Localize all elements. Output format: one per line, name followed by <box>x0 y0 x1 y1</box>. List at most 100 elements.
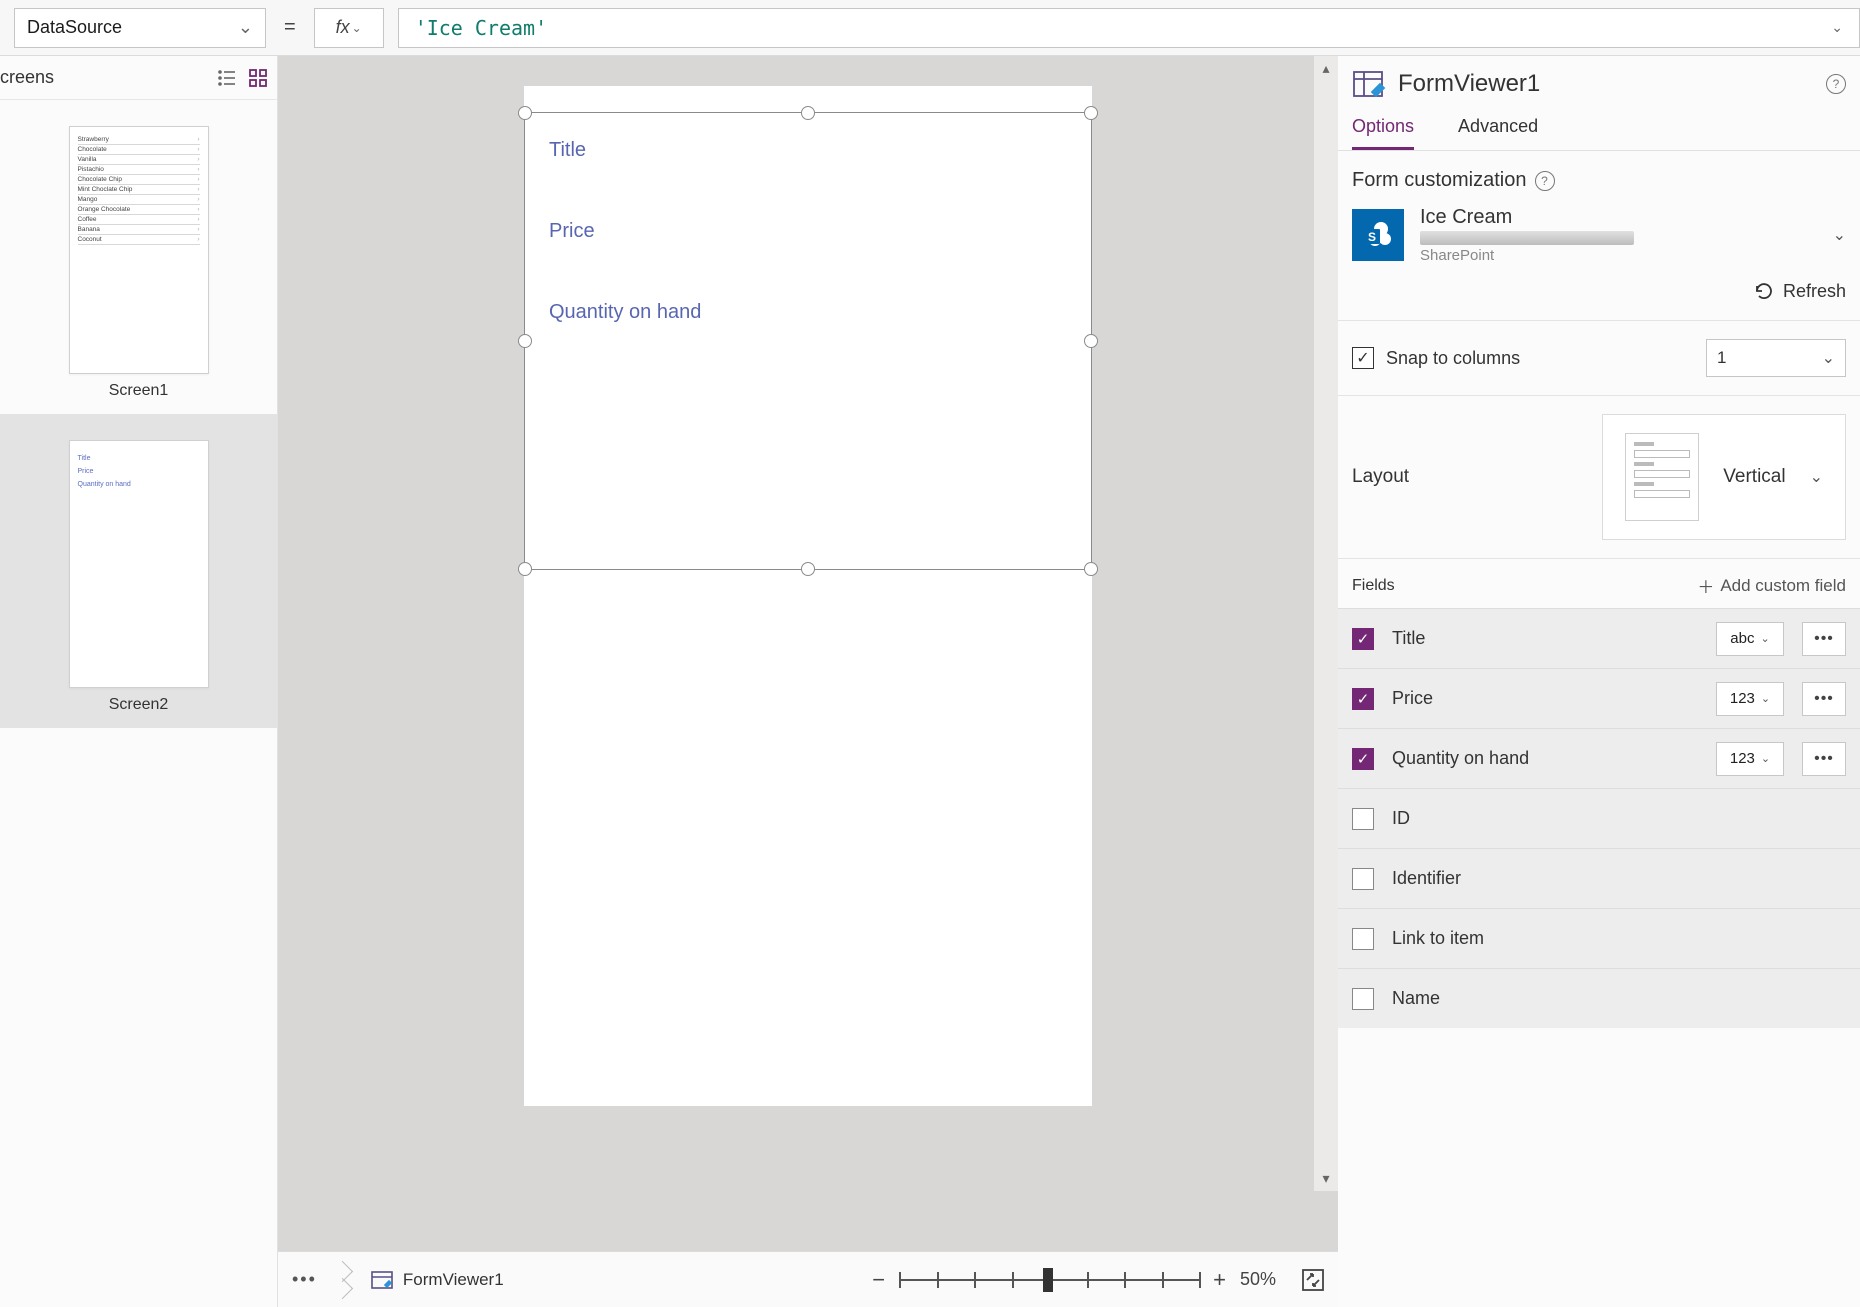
field-checkbox[interactable]: ✓ <box>1352 748 1374 770</box>
resize-handle-bl[interactable] <box>518 562 532 576</box>
breadcrumb-label: FormViewer1 <box>403 1270 504 1290</box>
help-icon[interactable]: ? <box>1826 74 1846 94</box>
svg-text:S: S <box>1368 230 1376 244</box>
formula-input[interactable]: 'Ice Cream' ⌄ <box>398 8 1860 48</box>
list-view-icon[interactable] <box>217 69 235 87</box>
add-custom-field-button[interactable]: ＋ Add custom field <box>1697 573 1846 598</box>
help-icon[interactable]: ? <box>1535 171 1555 191</box>
refresh-button[interactable]: Refresh <box>1352 280 1846 302</box>
field-row-identifier[interactable]: Identifier <box>1338 848 1860 908</box>
breadcrumb-arrow-icon <box>335 1260 353 1300</box>
snap-to-columns-label: Snap to columns <box>1386 348 1520 369</box>
fields-label: Fields <box>1352 577 1395 595</box>
form-viewer-selection[interactable]: Title Price Quantity on hand <box>524 112 1092 570</box>
screen1-label: Screen1 <box>109 382 169 400</box>
field-more-button[interactable]: ••• <box>1802 622 1846 656</box>
screen-thumbnail-screen2[interactable]: Title Price Quantity on hand Screen2 <box>0 414 277 728</box>
field-label-qty: Quantity on hand <box>525 301 1091 324</box>
breadcrumb[interactable]: FormViewer1 <box>371 1270 504 1290</box>
scroll-down-icon[interactable]: ▾ <box>1322 1166 1329 1191</box>
field-type-select[interactable]: 123 ⌄ <box>1716 682 1784 716</box>
form-icon <box>371 1271 393 1289</box>
grid-view-icon[interactable] <box>249 69 267 87</box>
datasource-owner-redacted <box>1420 231 1634 245</box>
resize-handle-mr[interactable] <box>1084 334 1098 348</box>
field-row-id[interactable]: ID <box>1338 788 1860 848</box>
resize-handle-ml[interactable] <box>518 334 532 348</box>
field-name: Identifier <box>1392 868 1846 889</box>
field-name: Link to item <box>1392 928 1846 949</box>
field-checkbox[interactable]: ✓ <box>1352 688 1374 710</box>
field-name: Title <box>1392 628 1698 649</box>
chevron-down-icon[interactable]: ⌄ <box>1833 225 1846 245</box>
field-name: ID <box>1392 808 1846 829</box>
field-checkbox[interactable] <box>1352 988 1374 1010</box>
sharepoint-icon: S <box>1352 209 1404 261</box>
add-custom-field-label: Add custom field <box>1720 576 1846 596</box>
chevron-down-icon: ⌄ <box>1761 692 1770 705</box>
layout-thumb-icon <box>1625 433 1699 521</box>
field-checkbox[interactable] <box>1352 868 1374 890</box>
properties-panel: FormViewer1 ? Options Advanced Form cust… <box>1338 56 1860 1307</box>
chevron-down-icon: ⌄ <box>1810 467 1823 487</box>
resize-handle-bm[interactable] <box>801 562 815 576</box>
screens-header: creens <box>0 56 277 100</box>
zoom-out-button[interactable]: − <box>872 1267 885 1293</box>
formula-text: 'Ice Cream' <box>415 16 547 40</box>
more-actions-icon[interactable]: ••• <box>292 1269 317 1290</box>
field-checkbox[interactable] <box>1352 928 1374 950</box>
snap-to-columns-checkbox[interactable]: ✓ <box>1352 347 1374 369</box>
screen2-preview: Title Price Quantity on hand <box>69 440 209 688</box>
zoom-percent: 50% <box>1240 1269 1288 1290</box>
datasource-kind: SharePoint <box>1420 247 1634 264</box>
chevron-down-icon: ⌄ <box>352 21 362 35</box>
field-row-link-to-item[interactable]: Link to item <box>1338 908 1860 968</box>
field-type-select[interactable]: 123 ⌄ <box>1716 742 1784 776</box>
selected-control-name: FormViewer1 <box>1398 70 1540 98</box>
fx-button[interactable]: fx ⌄ <box>314 8 384 48</box>
fields-header: Fields ＋ Add custom field <box>1338 559 1860 608</box>
resize-handle-br[interactable] <box>1084 562 1098 576</box>
field-name: Price <box>1392 688 1698 709</box>
property-select[interactable]: DataSource ⌄ <box>14 8 266 48</box>
resize-handle-tl[interactable] <box>518 106 532 120</box>
field-more-button[interactable]: ••• <box>1802 742 1846 776</box>
resize-handle-tr[interactable] <box>1084 106 1098 120</box>
chevron-down-icon: ⌄ <box>1761 752 1770 765</box>
columns-select[interactable]: 1 ⌄ <box>1706 339 1846 377</box>
field-row-quantity[interactable]: ✓ Quantity on hand 123 ⌄ ••• <box>1338 728 1860 788</box>
field-checkbox[interactable] <box>1352 808 1374 830</box>
property-select-value: DataSource <box>27 17 122 38</box>
fit-to-window-icon[interactable] <box>1302 1269 1324 1291</box>
zoom-slider[interactable] <box>899 1268 1199 1292</box>
field-row-title[interactable]: ✓ Title abc ⌄ ••• <box>1338 608 1860 668</box>
datasource-name: Ice Cream <box>1420 206 1634 229</box>
formula-bar: DataSource ⌄ = fx ⌄ 'Ice Cream' ⌄ <box>0 0 1860 56</box>
field-name: Name <box>1392 988 1846 1009</box>
resize-handle-tm[interactable] <box>801 106 815 120</box>
field-label-price: Price <box>525 220 1091 243</box>
field-more-button[interactable]: ••• <box>1802 682 1846 716</box>
canvas-area: Title Price Quantity on hand ▴ <box>278 56 1338 1307</box>
refresh-icon <box>1753 280 1775 302</box>
layout-select[interactable]: Vertical ⌄ <box>1602 414 1846 540</box>
scroll-up-icon[interactable]: ▴ <box>1322 56 1329 81</box>
layout-label: Layout <box>1352 466 1409 488</box>
tab-advanced[interactable]: Advanced <box>1458 106 1538 150</box>
tab-options[interactable]: Options <box>1352 106 1414 150</box>
field-type-select[interactable]: abc ⌄ <box>1716 622 1784 656</box>
artboard[interactable]: Title Price Quantity on hand <box>524 86 1092 1106</box>
field-row-name[interactable]: Name <box>1338 968 1860 1028</box>
chevron-down-icon: ⌄ <box>1831 19 1843 36</box>
field-checkbox[interactable]: ✓ <box>1352 628 1374 650</box>
field-row-price[interactable]: ✓ Price 123 ⌄ ••• <box>1338 668 1860 728</box>
canvas-vertical-scrollbar[interactable]: ▴ ▾ <box>1314 56 1338 1191</box>
equals-label: = <box>280 16 300 39</box>
zoom-in-button[interactable]: + <box>1213 1267 1226 1293</box>
screen-thumbnail-screen1[interactable]: Strawberry› Chocolate› Vanilla› Pistachi… <box>0 100 277 414</box>
screen1-preview: Strawberry› Chocolate› Vanilla› Pistachi… <box>69 126 209 374</box>
screens-title: creens <box>0 67 54 88</box>
refresh-label: Refresh <box>1783 281 1846 302</box>
zoom-controls: − + 50% <box>872 1267 1324 1293</box>
form-viewer-icon <box>1352 70 1386 98</box>
